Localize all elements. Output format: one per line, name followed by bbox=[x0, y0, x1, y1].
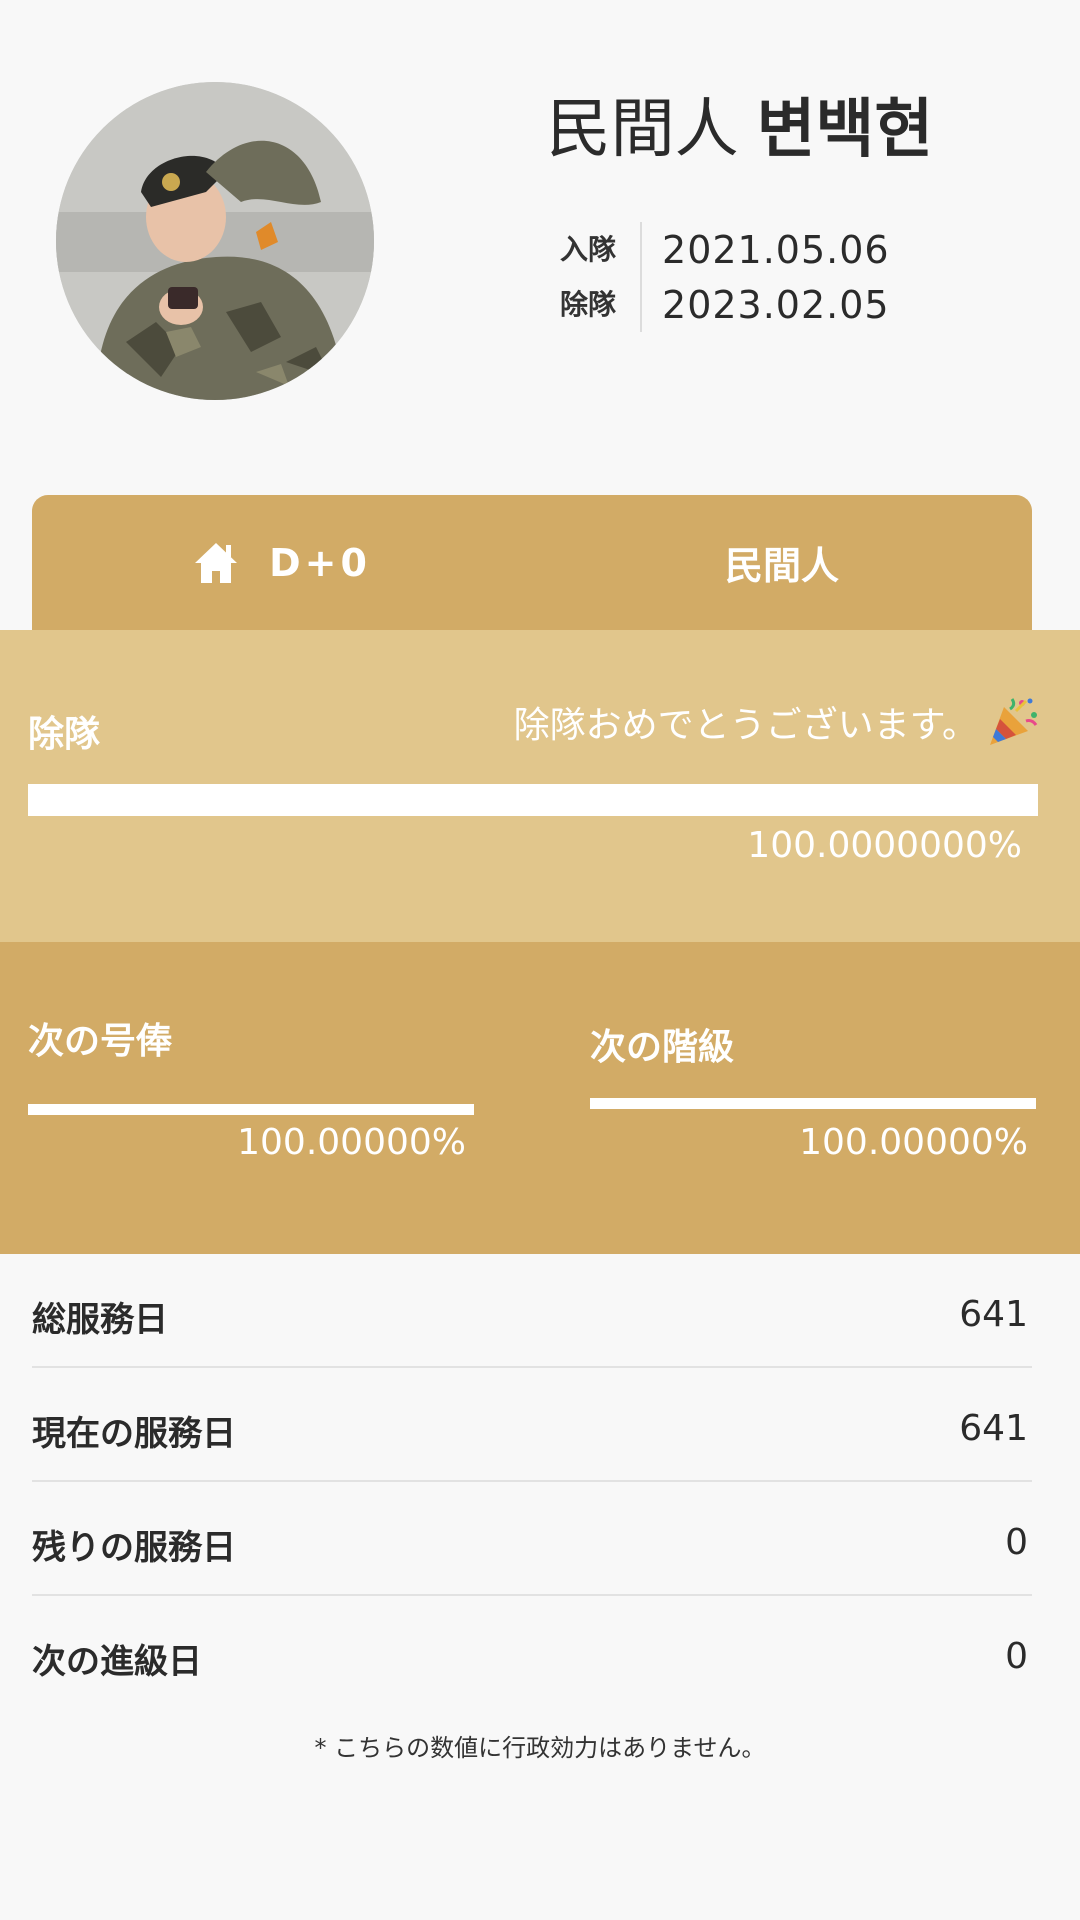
next-salary-title: 次の号俸 bbox=[28, 1021, 173, 1062]
stat-value: 0 bbox=[1005, 1522, 1028, 1563]
service-stats-list: 総服務日 641 現在の服務日 641 残りの服務日 0 次の進級日 0 bbox=[32, 1254, 1032, 1710]
discharge-progress-fill bbox=[28, 784, 1038, 816]
dday-counter: D+0 bbox=[269, 540, 371, 585]
next-rank-progress-bar bbox=[590, 1098, 1036, 1109]
status-tab[interactable]: 民間人 bbox=[532, 535, 1032, 590]
discharge-title: 除隊 bbox=[28, 714, 101, 755]
stat-value: 641 bbox=[959, 1408, 1028, 1449]
discharge-progress-bar bbox=[28, 784, 1038, 816]
profile-name-block: 民間人 변백현 bbox=[470, 90, 1010, 170]
stat-label: 残りの服務日 bbox=[32, 1528, 236, 1568]
next-salary-percent: 100.00000% bbox=[237, 1122, 466, 1163]
disclaimer-note: * こちらの数値に行政効力はありません。 bbox=[314, 1734, 766, 1762]
profile-rank: 民間人 bbox=[546, 93, 739, 167]
party-popper-icon bbox=[990, 698, 1038, 745]
status-label: 民間人 bbox=[724, 544, 839, 588]
next-rank-progress-fill bbox=[590, 1098, 1036, 1109]
avatar-photo bbox=[56, 82, 374, 400]
profile-person-name: 변백현 bbox=[756, 93, 934, 167]
discharge-message: 除隊おめでとうございます。 bbox=[514, 695, 1040, 749]
next-progress-section: 次の号俸 100.00000% 次の階級 100.00000% bbox=[0, 942, 1080, 1254]
app-screen: 民間人 변백현 入隊 除隊 2021.05.06 2023.02.05 D+0 民… bbox=[0, 0, 1080, 1920]
next-salary-panel: 次の号俸 100.00000% bbox=[28, 942, 474, 1254]
stat-row-next-promotion: 次の進級日 0 bbox=[32, 1596, 1032, 1710]
service-dates: 入隊 除隊 2021.05.06 2023.02.05 bbox=[560, 222, 890, 332]
stat-row-current-days: 現在の服務日 641 bbox=[32, 1368, 1032, 1482]
status-tab-bar: D+0 民間人 bbox=[32, 495, 1032, 630]
next-rank-panel: 次の階級 100.00000% bbox=[590, 942, 1036, 1254]
profile-name: 民間人 변백현 bbox=[470, 90, 1010, 170]
stat-value: 641 bbox=[959, 1294, 1028, 1335]
discharge-percent: 100.0000000% bbox=[747, 825, 1022, 866]
stat-value: 0 bbox=[1005, 1636, 1028, 1677]
stat-label: 総服務日 bbox=[32, 1300, 168, 1340]
dday-tab[interactable]: D+0 bbox=[32, 541, 532, 585]
stat-row-remaining-days: 残りの服務日 0 bbox=[32, 1482, 1032, 1596]
next-rank-title: 次の階級 bbox=[590, 1027, 735, 1068]
discharge-label: 除隊 bbox=[560, 287, 617, 321]
home-icon bbox=[195, 542, 238, 583]
stat-label: 現在の服務日 bbox=[32, 1414, 236, 1454]
profile-avatar[interactable] bbox=[56, 82, 374, 400]
enlist-date: 2021.05.06 bbox=[662, 227, 890, 272]
discharge-section: 除隊 除隊おめでとうございます。 100.0000000% bbox=[0, 630, 1080, 942]
enlist-label: 入隊 bbox=[560, 232, 617, 266]
next-rank-percent: 100.00000% bbox=[799, 1122, 1028, 1163]
next-salary-progress-bar bbox=[28, 1104, 474, 1115]
next-salary-progress-fill bbox=[28, 1104, 474, 1115]
stat-row-total-days: 総服務日 641 bbox=[32, 1254, 1032, 1368]
discharge-date: 2023.02.05 bbox=[662, 282, 890, 327]
stat-label: 次の進級日 bbox=[32, 1642, 202, 1682]
discharge-message-text: 除隊おめでとうございます。 bbox=[513, 705, 978, 746]
